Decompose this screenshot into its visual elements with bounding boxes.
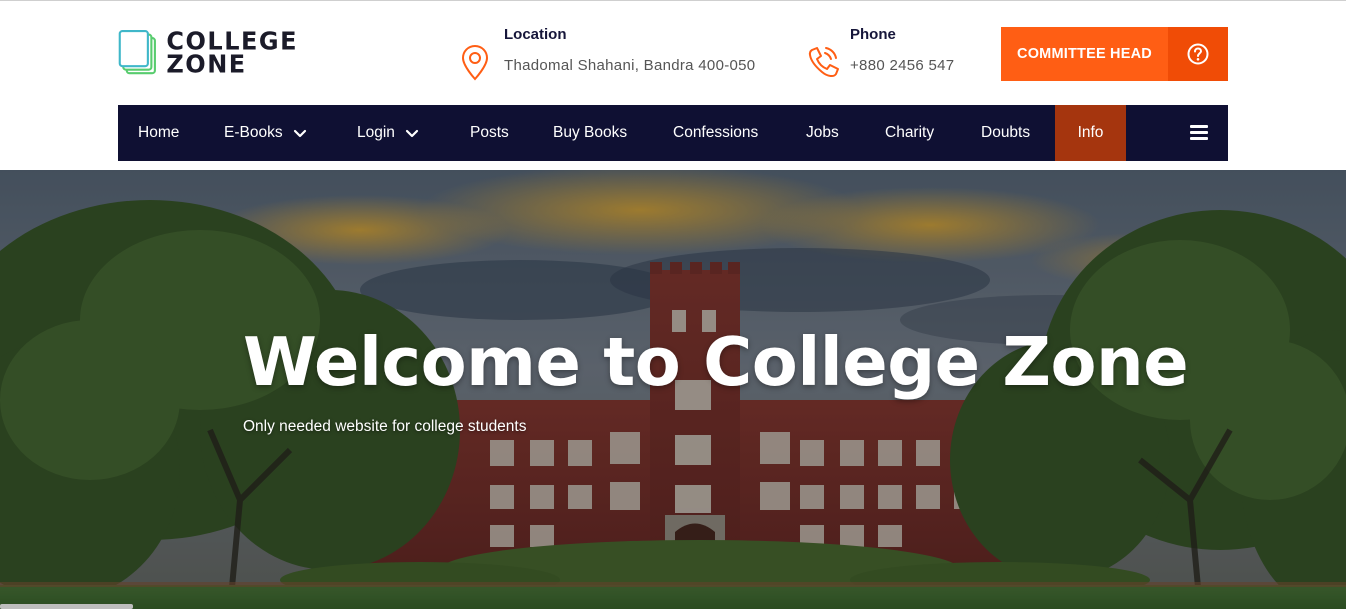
- chevron-down-icon: [405, 129, 419, 137]
- hero-subtitle: Only needed website for college students: [243, 418, 527, 435]
- nav-label: Charity: [885, 124, 935, 141]
- logo-wordmark: COLLEGE ZONE: [166, 28, 298, 79]
- map-pin-icon: [460, 44, 494, 84]
- hamburger-menu-icon[interactable]: [1190, 125, 1210, 141]
- site-logo[interactable]: COLLEGE ZONE: [118, 26, 298, 80]
- nav-item-info[interactable]: Info: [1055, 105, 1126, 161]
- committee-head-button[interactable]: COMMITTEE HEAD: [1001, 27, 1228, 81]
- top-border: [0, 0, 1346, 1]
- nav-item-login[interactable]: Login: [357, 105, 419, 161]
- horizontal-scrollbar[interactable]: [0, 604, 133, 609]
- nav-label: Jobs: [806, 124, 839, 141]
- nav-item-buy-books[interactable]: Buy Books: [553, 105, 627, 161]
- committee-head-label[interactable]: COMMITTEE HEAD: [1001, 27, 1168, 81]
- phone-label: Phone: [850, 26, 896, 43]
- nav-label: E-Books: [224, 124, 283, 141]
- nav-item-charity[interactable]: Charity: [885, 105, 934, 161]
- nav-item-home[interactable]: Home: [138, 105, 179, 161]
- nav-item-doubts[interactable]: Doubts: [981, 105, 1030, 161]
- nav-label: Confessions: [673, 124, 759, 141]
- main-navigation: Home E-Books Login Posts Buy Books Confe…: [118, 105, 1228, 161]
- location-label: Location: [504, 26, 567, 43]
- help-circle-icon[interactable]: [1168, 27, 1228, 81]
- location-info: Location Thadomal Shahani, Bandra 400-05…: [460, 26, 755, 84]
- nav-label: Info: [1077, 124, 1104, 141]
- phone-info: Phone +880 2456 547: [806, 26, 954, 84]
- phone-value[interactable]: +880 2456 547: [850, 57, 954, 75]
- nav-label: Buy Books: [553, 124, 628, 141]
- nav-label: Login: [357, 124, 395, 141]
- nav-label: Home: [138, 124, 180, 141]
- location-value: Thadomal Shahani, Bandra 400-050: [504, 57, 756, 74]
- books-logo-icon: [118, 29, 156, 75]
- logo-line-2: ZONE: [166, 49, 247, 79]
- nav-item-confessions[interactable]: Confessions: [673, 105, 758, 161]
- nav-item-posts[interactable]: Posts: [470, 105, 509, 161]
- nav-item-ebooks[interactable]: E-Books: [224, 105, 307, 161]
- nav-item-jobs[interactable]: Jobs: [806, 105, 839, 161]
- chevron-down-icon: [293, 129, 306, 137]
- hero-title: Welcome to College Zone: [243, 323, 1189, 401]
- nav-label: Doubts: [981, 124, 1031, 141]
- hero-banner: Welcome to College Zone Only needed webs…: [0, 170, 1346, 609]
- phone-icon: [806, 44, 840, 84]
- nav-label: Posts: [470, 124, 509, 141]
